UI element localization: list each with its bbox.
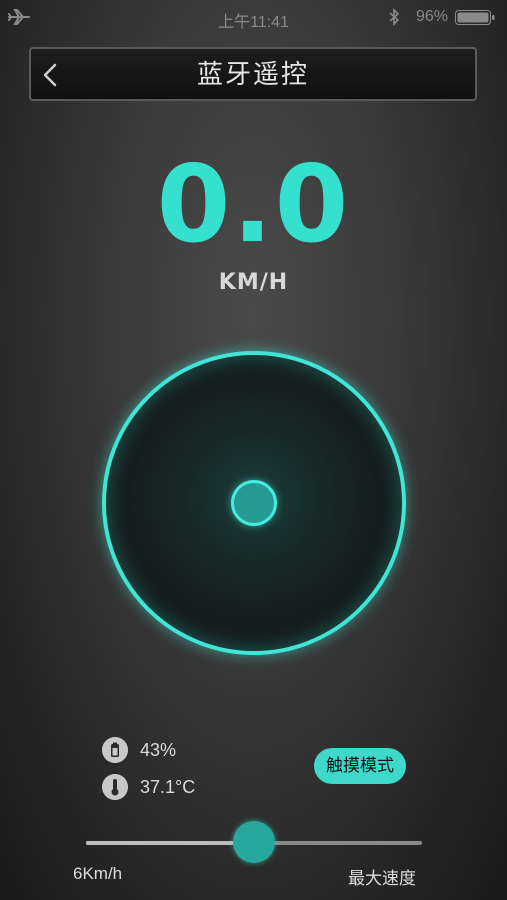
- speed-slider-thumb[interactable]: [233, 821, 275, 863]
- battery-icon: [102, 737, 128, 763]
- slider-max-label: 最大速度: [348, 869, 416, 888]
- touch-mode-button[interactable]: 触摸模式: [314, 748, 406, 784]
- speed-slider[interactable]: [86, 821, 422, 863]
- joystick-pad[interactable]: [102, 351, 406, 655]
- speed-slider-fill: [86, 841, 254, 845]
- page-title: 蓝牙遥控: [196, 59, 309, 89]
- thermometer-icon: [102, 774, 128, 800]
- joystick-knob[interactable]: [231, 480, 277, 526]
- speed-value: 0.0: [156, 143, 351, 266]
- slider-min-label: 6Km/h: [73, 864, 123, 883]
- status-bar: 上午11:41 96%: [0, 0, 507, 34]
- status-battery-percent: 96%: [416, 8, 449, 25]
- nav-header: 蓝牙遥控: [29, 47, 477, 101]
- battery-level: 43%: [140, 740, 177, 760]
- battery-icon: [455, 10, 495, 25]
- bluetooth-icon: [389, 8, 400, 26]
- speed-unit: KM/H: [218, 270, 289, 295]
- temperature-value: 37.1°C: [140, 777, 196, 797]
